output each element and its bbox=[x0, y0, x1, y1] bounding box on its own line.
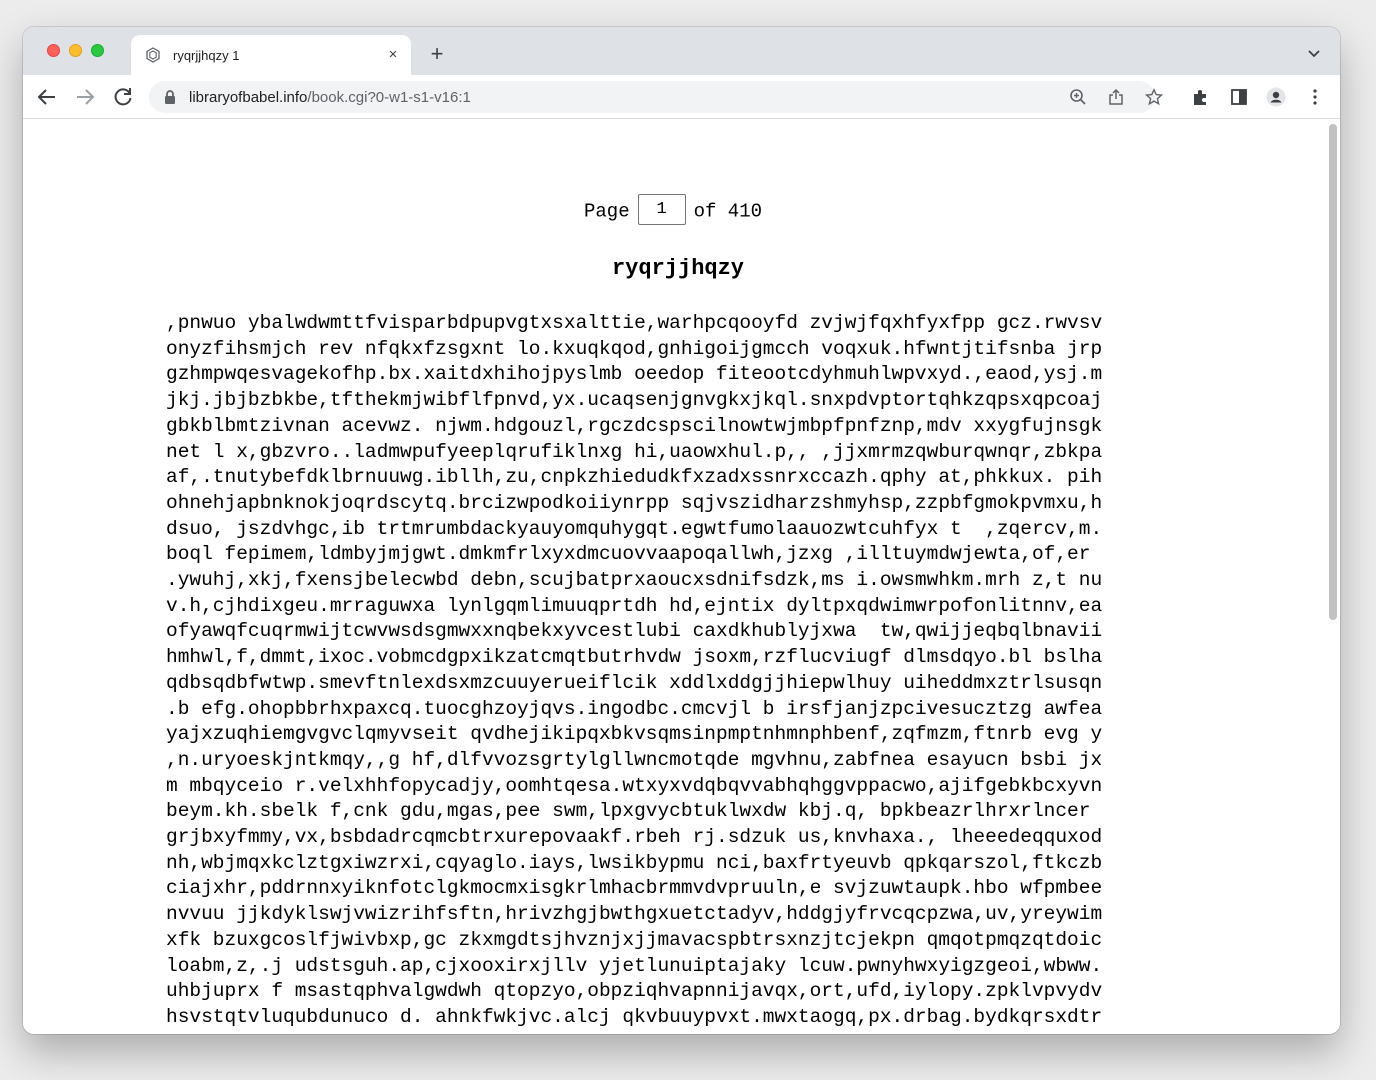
text-line: m mbqyceio r.velxhhfopycadjy,oomhtqesa.w… bbox=[166, 774, 1103, 797]
text-line: gbkblbmtzivnan acevwz. njwm.hdgouzl,rgcz… bbox=[166, 414, 1103, 437]
text-line: beym.kh.sbelk f,cnk gdu,mgas,pee swm,lpx… bbox=[166, 800, 1091, 823]
browser-tab[interactable]: ryqrjjhqzy 1 × bbox=[131, 35, 411, 75]
text-line: ,n.uryoeskjntkmqy,,g hf,dlfvvozsgrtylgll… bbox=[166, 748, 1103, 771]
book-text-body: ,pnwuo ybalwdwmttfvisparbdpupvgtxsxaltti… bbox=[166, 311, 1206, 1031]
chevron-down-icon[interactable] bbox=[1306, 45, 1322, 61]
text-line: gzhmpwqesvagekofhp.bx.xaitdxhihojpyslmb … bbox=[166, 363, 1103, 386]
text-line: net l x,gbzvro..ladmwpufyeeplqrufiklnxg … bbox=[166, 440, 1103, 463]
text-line: .ywuhj,xkj,fxensjbelecwbd debn,scujbatpr… bbox=[166, 569, 1103, 592]
text-line: v.h,cjhdixgeu.mrraguwxa lynlgqmlimuuqprt… bbox=[166, 594, 1103, 617]
extensions-puzzle-icon[interactable] bbox=[1191, 87, 1211, 107]
address-url[interactable]: libraryofbabel.info/book.cgi?0-w1-s1-v16… bbox=[189, 89, 471, 106]
text-line: ofyawqfcuqrmwijtcwvwsdsgmwxxnqbekxyvcest… bbox=[166, 620, 1103, 643]
more-menu-icon[interactable] bbox=[1305, 87, 1325, 107]
text-line: ,pnwuo ybalwdwmttfvisparbdpupvgtxsxaltti… bbox=[166, 312, 1103, 334]
text-line: .b efg.ohopbbrhxpaxcq.tuocghzoyjqvs.ingo… bbox=[166, 697, 1103, 720]
text-line: grjbxyfmmy,vx,bsbdadrcqmcbtrxurepovaakf.… bbox=[166, 826, 1103, 849]
share-icon[interactable] bbox=[1107, 88, 1125, 106]
text-line: loabm,z,.j udstsguh.ap,cjxooxirxjllv yje… bbox=[166, 954, 1103, 977]
text-line: hsvstqtvluqubdunuco d. ahnkfwkjvc.alcj q… bbox=[166, 1005, 1103, 1028]
browser-window: ryqrjjhqzy 1 × + libraryofbabel.info/boo… bbox=[23, 27, 1340, 1034]
profile-avatar-icon[interactable] bbox=[1266, 87, 1286, 107]
text-line: yajxzuqhiemgvgvclqmyvseit qvdhejikipqxbk… bbox=[166, 723, 1103, 746]
text-line: boql fepimem,ldmbyjmjgwt.dmkmfrlxyxdmcuo… bbox=[166, 543, 1091, 566]
vertical-scrollbar[interactable] bbox=[1329, 124, 1337, 620]
text-line: nvvuu jjkdyklswjvwizrihfsftn,hrivzhgjbwt… bbox=[166, 903, 1103, 926]
side-panel-icon[interactable] bbox=[1229, 87, 1249, 107]
text-line: hmhwl,f,dmmt,ixoc.vobmcdgpxikzatcmqtbutr… bbox=[166, 646, 1103, 669]
text-line: qdbsqdbfwtwp.smevftnlexdsxmzcuuyerueiflc… bbox=[166, 671, 1103, 694]
text-line: ohnehjapbnknokjoqrdscytq.brcizwpodkoiiyn… bbox=[166, 491, 1103, 514]
url-host: libraryofbabel.info bbox=[189, 89, 308, 106]
close-window-button[interactable] bbox=[47, 44, 60, 57]
tab-title: ryqrjjhqzy 1 bbox=[173, 48, 240, 63]
text-line: dsuo, jszdvhgc,ib trtmrumbdackyauyomquhy… bbox=[166, 517, 1103, 540]
page-label: Page bbox=[583, 200, 630, 223]
browser-toolbar: libraryofbabel.info/book.cgi?0-w1-s1-v16… bbox=[23, 75, 1340, 119]
url-path: /book.cgi?0-w1-s1-v16:1 bbox=[307, 89, 471, 106]
book-title: ryqrjjhqzy bbox=[611, 256, 745, 281]
page-total-label: of 410 bbox=[693, 200, 763, 223]
text-line: jkj.jbjbzbkbe,tfthekmjwibflfpnvd,yx.ucaq… bbox=[166, 389, 1103, 412]
text-line: uhbjuprx f msastqphvalgwdwh qtopzyo,obpz… bbox=[166, 980, 1103, 1003]
hexagon-favicon-icon bbox=[146, 47, 160, 63]
minimize-window-button[interactable] bbox=[69, 44, 82, 57]
lock-icon[interactable] bbox=[163, 89, 177, 105]
text-line: xfk bzuxgcoslfjwivbxp,gc zkxmgdtsjhvznjx… bbox=[166, 928, 1103, 951]
reload-icon[interactable] bbox=[111, 85, 135, 109]
back-arrow-icon[interactable] bbox=[35, 85, 59, 109]
tab-strip: ryqrjjhqzy 1 × + bbox=[23, 27, 1340, 75]
bookmark-star-icon[interactable] bbox=[1145, 88, 1163, 106]
address-bar[interactable]: libraryofbabel.info/book.cgi?0-w1-s1-v16… bbox=[149, 81, 1163, 113]
page-content: Page 1 of 410 ryqrjjhqzy ,pnwuo ybalwdwmtt… bbox=[23, 120, 1340, 1034]
zoom-magnifier-icon[interactable] bbox=[1069, 88, 1087, 106]
zoom-window-button[interactable] bbox=[91, 44, 104, 57]
new-tab-button[interactable]: + bbox=[425, 43, 449, 67]
text-line: onyzfihsmjch rev nfqkxfzsgxnt lo.kxuqkqo… bbox=[166, 337, 1103, 360]
page-number-input[interactable]: 1 bbox=[637, 194, 686, 225]
forward-arrow-icon[interactable] bbox=[73, 85, 97, 109]
tab-close-icon[interactable]: × bbox=[383, 45, 403, 65]
page-navigator: Page 1 of 410 bbox=[23, 194, 1323, 225]
text-line: nh,wbjmqxkclztgxiwzrxi,cqyaglo.iays,lwsi… bbox=[166, 851, 1103, 874]
text-line: ciajxhr,pddrnnxyiknfotclgkmocmxisgkrlmha… bbox=[166, 877, 1103, 900]
text-line: af,.tnutybefdklbrnuuwg.ibllh,zu,cnpkzhie… bbox=[166, 466, 1103, 489]
